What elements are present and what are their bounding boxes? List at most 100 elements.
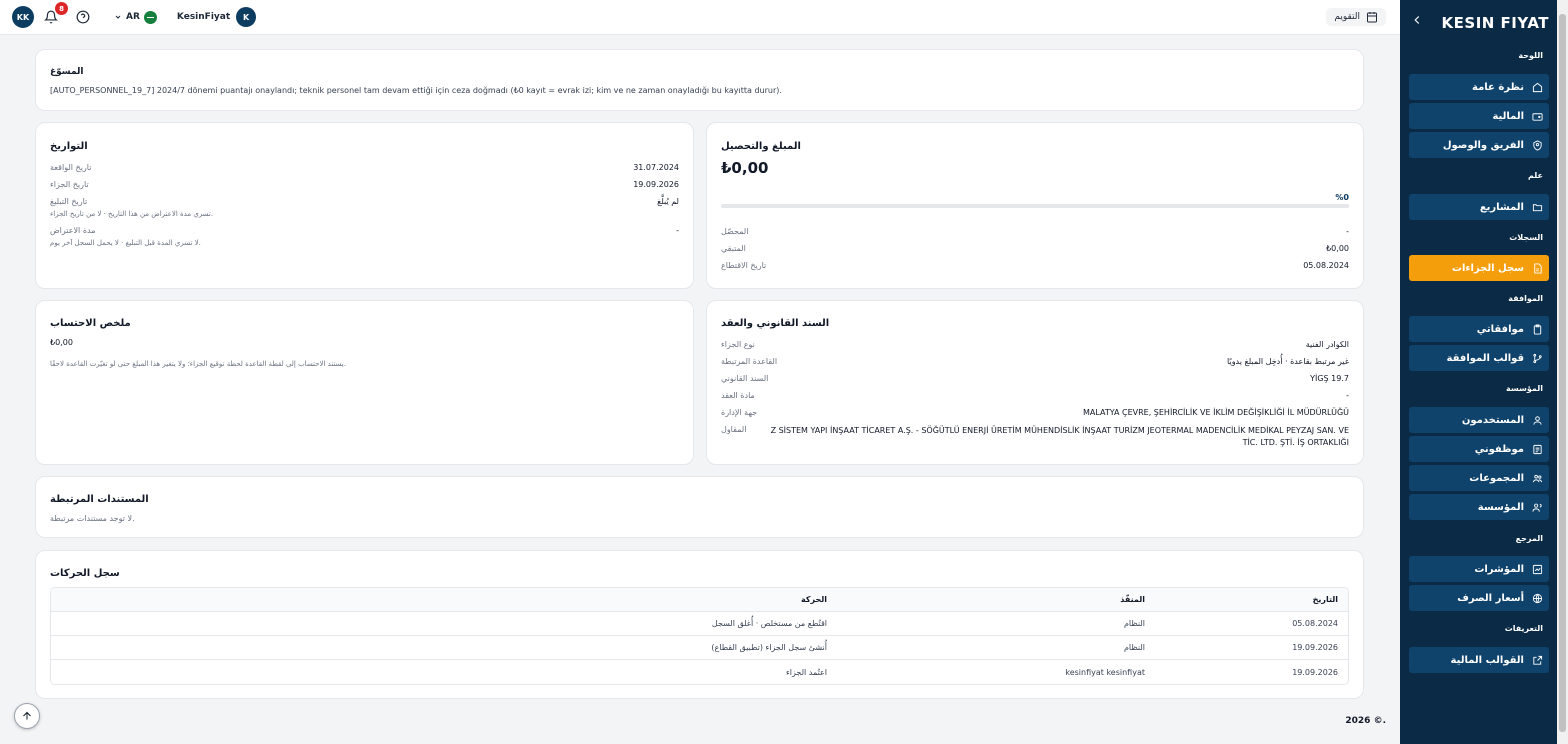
row-action: أُنشئ سجل الجزاء (تطبيق القطاع) <box>711 643 827 652</box>
section-records: السجلات <box>1509 233 1543 242</box>
scroll-to-top-button[interactable] <box>14 703 40 729</box>
sidebar-item-projects[interactable]: المشاريع <box>1409 194 1549 220</box>
language-selector[interactable]: AR <box>108 8 163 27</box>
row-date: 19.09.2026 <box>1292 667 1338 677</box>
sidebar-item-team-access[interactable]: الفريق والوصول <box>1409 132 1549 158</box>
sidebar-item-my-employees[interactable]: موظفوني <box>1409 436 1549 462</box>
history-table-header: الحركة المنفّذ التاريخ <box>51 588 1348 612</box>
documents-title: المستندات المرتبطة <box>50 494 149 505</box>
row-executor: النظام <box>1123 643 1145 652</box>
contractor-label: المقاول <box>721 425 747 434</box>
sidebar-item-overview[interactable]: نظرة عامة <box>1409 74 1549 100</box>
sidebar-item-label: سجل الجزاءات <box>1451 262 1524 274</box>
section-dashboard: اللوحة <box>1518 51 1543 60</box>
wallet-icon <box>1532 112 1543 121</box>
sidebar-item-financial-templates[interactable]: القوالب المالية <box>1409 647 1549 673</box>
penalty-type-label: نوع الجزاء <box>721 340 755 349</box>
users-icon <box>1532 474 1543 482</box>
arrow-up-icon <box>23 711 31 720</box>
notification-badge: 8 <box>55 2 68 15</box>
legal-card: السند القانوني والعقد نوع الجزاء الكوادر… <box>706 300 1364 465</box>
globe-icon <box>1532 593 1543 603</box>
rule-value: غير مرتبط بقاعدة · أُدخِل المبلغ يدويًا <box>1227 357 1349 366</box>
sidebar-item-users[interactable]: المستخدمون <box>1409 407 1549 433</box>
column-action: الحركة <box>801 595 827 604</box>
sidebar-item-finance[interactable]: المالية <box>1409 103 1549 129</box>
calendar-icon <box>1367 12 1377 23</box>
row-action: اعتُمد الجزاء <box>786 667 827 677</box>
objection-period-label: مدة الاعتراض <box>50 226 96 235</box>
column-date: التاريخ <box>1312 595 1338 604</box>
scrollbar-thumb[interactable] <box>1559 14 1566 732</box>
penalty-date-row: تاريخ الجزاء 19.09.2026 <box>50 180 679 189</box>
company-switcher[interactable]: KesinFiyat K <box>177 7 257 27</box>
authority-value: MALATYA ÇEVRE, ŞEHİRCİLİK VE İKLİM DEĞİŞ… <box>1082 408 1349 417</box>
chevron-left-icon[interactable] <box>1410 13 1424 27</box>
sidebar-item-label: أسعار الصرف <box>1457 592 1524 604</box>
sidebar-item-approval-templates[interactable]: قوالب الموافقة <box>1409 345 1549 371</box>
copyright: 2026 ©. <box>1345 716 1386 726</box>
sidebar-item-my-approvals[interactable]: موافقاتي <box>1409 316 1549 342</box>
legal-title: السند القانوني والعقد <box>721 318 830 329</box>
external-icon <box>1533 655 1543 665</box>
shield-user-icon <box>1533 139 1542 151</box>
user-avatar[interactable]: KK <box>12 6 34 28</box>
calculation-title: ملخص الاحتساب <box>50 318 131 329</box>
home-icon <box>1532 82 1543 92</box>
section-general: علم <box>1527 171 1543 180</box>
help-icon <box>76 10 90 24</box>
notification-date-label: تاريخ التبليغ <box>50 197 88 206</box>
scrollbar[interactable] <box>1557 0 1568 744</box>
notification-hint: تسري مدة الاعتراض من هذا التاريخ · لا من… <box>50 210 214 218</box>
authority-row: جهة الإدارة MALATYA ÇEVRE, ŞEHİRCİLİK VE… <box>721 408 1349 417</box>
clipboard-icon <box>1533 323 1542 335</box>
history-card: سجل الحركات الحركة المنفّذ التاريخ اقتُط… <box>35 550 1364 699</box>
sidebar-item-penalty-log[interactable]: سجل الجزاءات <box>1409 255 1549 281</box>
table-row: أُنشئ سجل الجزاء (تطبيق القطاع) النظام 1… <box>51 636 1348 660</box>
sidebar-item-label: القوالب المالية <box>1450 654 1524 666</box>
remaining-value: ₺0,00 <box>1326 244 1349 253</box>
amount-total: ₺0,00 <box>721 159 769 177</box>
history-title: سجل الحركات <box>50 568 120 579</box>
column-executor: المنفّذ <box>1120 595 1145 604</box>
row-date: 19.09.2026 <box>1292 643 1338 652</box>
sidebar-item-label: الفريق والوصول <box>1442 139 1524 151</box>
user-icon <box>1533 415 1542 425</box>
penalty-date-value: 19.09.2026 <box>633 180 679 189</box>
sidebar-item-label: موافقاتي <box>1476 323 1524 335</box>
sidebar-item-label: قوالب الموافقة <box>1446 352 1524 364</box>
rule-row: القاعدة المرتبطة غير مرتبط بقاعدة · أُدخ… <box>721 357 1349 366</box>
chevron-down-icon <box>115 15 121 19</box>
notification-date-value: لم يُبلَّغ <box>657 197 679 206</box>
row-date: 05.08.2024 <box>1292 619 1338 628</box>
contract-article-row: مادة العقد - <box>721 391 1349 400</box>
file-icon <box>1534 262 1542 274</box>
sidebar-item-indicators[interactable]: المؤشرات <box>1409 556 1549 582</box>
saudi-flag-icon <box>143 10 157 24</box>
sidebar-item-groups[interactable]: المجموعات <box>1409 465 1549 491</box>
justification-text: [AUTO_PERSONNEL_19_7] 2024/7 dönemi puan… <box>50 86 782 95</box>
section-organization: المؤسسة <box>1506 384 1543 393</box>
brand-logo[interactable]: KESIN FIYAT <box>1442 14 1549 32</box>
sidebar-item-label: المشاريع <box>1479 201 1524 213</box>
help-button[interactable] <box>72 6 94 28</box>
contract-article-value: - <box>1346 391 1349 400</box>
objection-hint: لا تسري المدة قبل التبليغ · لا يحمل السج… <box>50 239 201 247</box>
branch-icon <box>1533 353 1542 363</box>
justification-title: المسوّغ <box>50 67 84 77</box>
objection-period-value: - <box>676 226 679 235</box>
contract-article-label: مادة العقد <box>721 391 755 400</box>
calendar-button[interactable]: التقويم <box>1326 8 1386 26</box>
sidebar-item-organization[interactable]: المؤسسة <box>1409 494 1549 520</box>
authority-label: جهة الإدارة <box>721 408 758 417</box>
deduction-date-value: 05.08.2024 <box>1303 261 1349 270</box>
notifications-button[interactable]: 8 <box>40 2 68 28</box>
sidebar-item-exchange-rates[interactable]: أسعار الصرف <box>1409 585 1549 611</box>
calendar-label: التقويم <box>1334 12 1360 22</box>
collected-label: المحصّل <box>721 227 749 236</box>
sidebar-item-label: المالية <box>1492 110 1524 122</box>
chart-icon <box>1532 564 1543 574</box>
table-row: اقتُطع من مستخلص · أُغلق السجل النظام 05… <box>51 612 1348 636</box>
legal-basis-value: YİGŞ 19.7 <box>1310 374 1349 383</box>
documents-card: المستندات المرتبطة لا توجد مستندات مرتبط… <box>35 476 1364 538</box>
